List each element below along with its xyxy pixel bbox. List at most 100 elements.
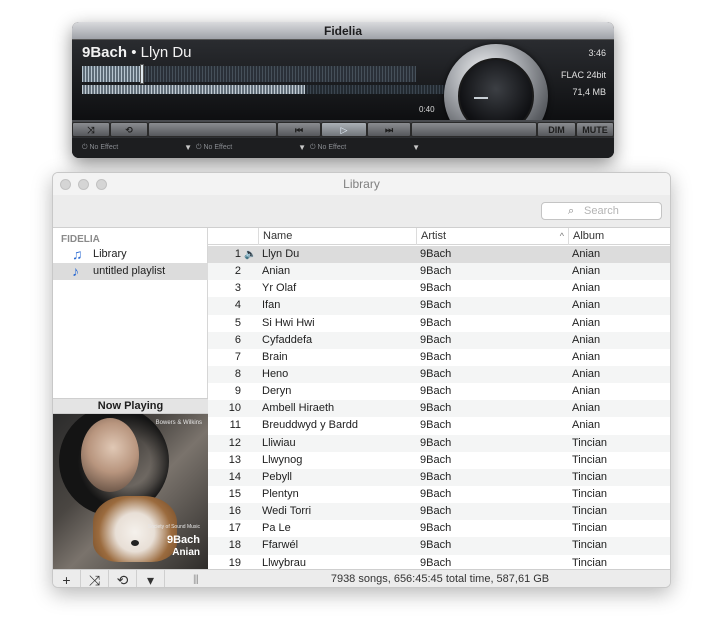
effect-power-icon: ⏻	[196, 144, 202, 151]
table-row[interactable]: 10 Ambell Hiraeth 9Bach Anian	[208, 400, 670, 418]
playhead-handle[interactable]	[140, 64, 144, 84]
sidebar-item-untitled-playlist[interactable]: ♪ untitled playlist	[53, 263, 208, 280]
track-name: Ifan	[262, 299, 281, 312]
zoom-window-button[interactable]	[96, 179, 107, 190]
plus-icon: +	[62, 572, 71, 588]
track-name: Heno	[262, 367, 289, 380]
bottom-toolbar: + ⤨ ⟲ ▾ ||| 7938 songs, 656:45:45 total …	[53, 569, 670, 588]
track-album: Anian	[572, 385, 601, 398]
track-album: Tincian	[572, 487, 608, 500]
minimize-window-button[interactable]	[78, 179, 89, 190]
track-name: Pa Le	[262, 522, 291, 535]
effect-select-2[interactable]: ⏻ No Effect ▼	[194, 142, 306, 154]
repeat-icon: ⟲	[125, 125, 133, 135]
table-row[interactable]: 7 Brain 9Bach Anian	[208, 349, 670, 366]
effect-select-1[interactable]: ⏻ No Effect ▼	[80, 142, 192, 154]
next-button[interactable]: ⏭	[367, 122, 411, 137]
volume-knob-indicator	[474, 97, 488, 99]
shuffle-icon: ⤨	[88, 572, 101, 588]
track-album: Tincian	[572, 470, 608, 483]
track-number: 2	[234, 265, 241, 278]
spacer-right	[411, 122, 537, 137]
player-display: 9Bach • Llyn Du 0:40 3:46 FLAC 24bit 71,…	[72, 40, 614, 148]
dim-button[interactable]: DIM	[537, 122, 576, 137]
artwork-dog-nose	[131, 540, 139, 546]
track-album: Tincian	[572, 522, 608, 535]
table-row[interactable]: 19 Llwybrau 9Bach Tincian	[208, 555, 670, 569]
table-row[interactable]: 17 Pa Le 9Bach Tincian	[208, 520, 670, 537]
table-row[interactable]: 4 Ifan 9Bach Anian	[208, 297, 670, 315]
track-album: Anian	[572, 367, 601, 380]
track-artist: 9Bach	[420, 436, 452, 449]
table-row[interactable]: 13 Llwynog 9Bach Tincian	[208, 452, 670, 469]
table-row[interactable]: 11 Breuddwyd y Bardd 9Bach Anian	[208, 417, 670, 434]
mute-button[interactable]: MUTE	[576, 122, 614, 137]
repeat-button[interactable]: ⟲	[110, 122, 148, 137]
track-number: 14	[228, 470, 241, 483]
menu-dropdown-button[interactable]: ▾	[137, 570, 165, 587]
table-row[interactable]: 6 Cyfaddefa 9Bach Anian	[208, 331, 670, 349]
track-name: Wedi Torri	[262, 505, 312, 518]
table-row[interactable]: 14 Pebyll 9Bach Tincian	[208, 468, 670, 486]
add-playlist-button[interactable]: +	[53, 570, 81, 588]
search-icon: ⌕	[568, 205, 575, 217]
play-button[interactable]: ▷	[321, 122, 367, 137]
table-row[interactable]: 5 Si Hwi Hwi 9Bach Anian	[208, 315, 670, 332]
track-album: Anian	[572, 316, 601, 329]
playlist-icon: ♪	[72, 263, 79, 279]
shuffle-button[interactable]: ⤨	[72, 122, 110, 137]
track-number: 9	[234, 385, 241, 398]
speaker-icon: 🔈	[244, 249, 257, 260]
track-name: Llwybrau	[262, 556, 307, 569]
library-window: Library ⌕ Search FIDELIA ♫ Library ♪ unt…	[52, 172, 671, 588]
player-window: Fidelia 9Bach • Llyn Du 0:40 3:46 FLAC 2…	[72, 22, 614, 158]
track-name: Llwynog	[262, 453, 303, 466]
column-header-album[interactable]: Album	[568, 228, 670, 245]
track-number: 15	[228, 487, 241, 500]
table-row[interactable]: 16 Wedi Torri 9Bach Tincian	[208, 503, 670, 521]
effect-label-1: No Effect	[89, 144, 119, 151]
next-icon: ⏭	[384, 125, 394, 135]
artwork-album: Anian	[172, 547, 200, 558]
repeat-playlist-button[interactable]: ⟲	[109, 570, 137, 588]
search-input[interactable]: ⌕ Search	[541, 202, 662, 220]
track-album: Anian	[572, 333, 601, 346]
track-rows: 1 🔈 Llyn Du 9Bach Anian 2 Anian 9Bach Anian 3 Yr O…	[208, 246, 670, 569]
now-playing-text: 9Bach • Llyn Du	[82, 44, 192, 61]
table-row[interactable]: 1 🔈 Llyn Du 9Bach Anian	[208, 246, 670, 264]
effect-select-3[interactable]: ⏻ No Effect ▼	[308, 142, 420, 154]
table-row[interactable]: 3 Yr Olaf 9Bach Anian	[208, 280, 670, 297]
sidebar-item-library[interactable]: ♫ Library	[53, 246, 208, 263]
now-playing-heading: Now Playing	[53, 398, 208, 414]
repeat-icon: ⟲	[116, 572, 129, 588]
effect-label-3: No Effect	[317, 144, 347, 151]
table-row[interactable]: 12 Lliwiau 9Bach Tincian	[208, 434, 670, 452]
previous-button[interactable]: ⏮	[277, 122, 321, 137]
table-row[interactable]: 9 Deryn 9Bach Anian	[208, 383, 670, 400]
effect-power-icon: ⏻	[82, 144, 88, 151]
artwork-face-shape	[81, 418, 139, 492]
table-row[interactable]: 8 Heno 9Bach Anian	[208, 365, 670, 384]
effect-label-2: No Effect	[203, 144, 233, 151]
shuffle-playlist-button[interactable]: ⤨	[81, 570, 109, 588]
track-number: 12	[228, 436, 241, 449]
close-window-button[interactable]	[60, 179, 71, 190]
column-header-artist[interactable]: Artist ^	[416, 228, 568, 245]
table-row[interactable]: 18 Ffarwél 9Bach Tincian	[208, 537, 670, 555]
resize-grip-icon[interactable]: |||	[193, 574, 199, 585]
track-number: 19	[228, 556, 241, 569]
column-header-number[interactable]	[208, 228, 258, 245]
table-row[interactable]: 15 Plentyn 9Bach Tincian	[208, 486, 670, 503]
now-playing-artist: 9Bach	[82, 44, 128, 61]
search-placeholder: Search	[584, 205, 619, 217]
track-name: Deryn	[262, 385, 292, 398]
track-name: Plentyn	[262, 487, 299, 500]
artwork-subtitle: Society of Sound Music	[147, 524, 200, 530]
track-artist: 9Bach	[420, 248, 452, 260]
track-album: Tincian	[572, 453, 608, 466]
table-row[interactable]: 2 Anian 9Bach Anian	[208, 263, 670, 281]
column-header-name[interactable]: Name	[258, 228, 416, 245]
track-album: Anian	[572, 299, 601, 312]
file-size: 71,4 MB	[572, 87, 606, 97]
previous-icon: ⏮	[294, 125, 304, 135]
